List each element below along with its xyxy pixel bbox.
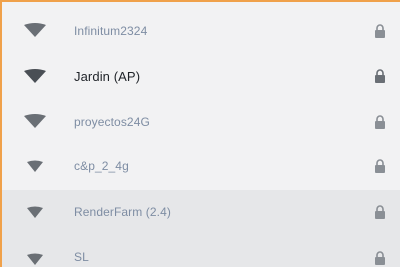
lock-icon — [375, 24, 385, 38]
wifi-network-item[interactable]: RenderFarm (2.4) — [2, 190, 400, 232]
network-ssid: c&p_2_4g — [74, 159, 129, 173]
lock-icon — [375, 115, 385, 129]
wifi-network-list: Infinitum2324 Jardin (AP) proyectos24G c… — [0, 0, 400, 267]
wifi-network-item[interactable]: c&p_2_4g — [2, 147, 400, 183]
wifi-signal-icon — [24, 114, 46, 128]
network-ssid: Infinitum2324 — [74, 24, 148, 38]
wifi-network-item[interactable]: SL — [2, 232, 400, 267]
wifi-network-item[interactable]: proyectos24G — [2, 103, 400, 139]
network-ssid: proyectos24G — [74, 115, 150, 129]
lock-icon — [375, 69, 385, 83]
network-ssid: RenderFarm (2.4) — [74, 205, 171, 219]
wifi-signal-icon — [24, 23, 46, 37]
wifi-signal-icon — [27, 253, 43, 265]
wifi-network-item[interactable]: Infinitum2324 — [2, 12, 400, 48]
lock-icon — [375, 251, 385, 265]
lock-icon — [375, 159, 385, 173]
network-ssid: SL — [74, 250, 89, 264]
lock-icon — [375, 205, 385, 219]
network-ssid: Jardin (AP) — [74, 69, 141, 84]
wifi-signal-icon — [27, 160, 43, 172]
wifi-signal-icon — [24, 69, 46, 83]
wifi-signal-icon — [27, 206, 43, 218]
wifi-network-item[interactable]: Jardin (AP) — [2, 58, 400, 94]
